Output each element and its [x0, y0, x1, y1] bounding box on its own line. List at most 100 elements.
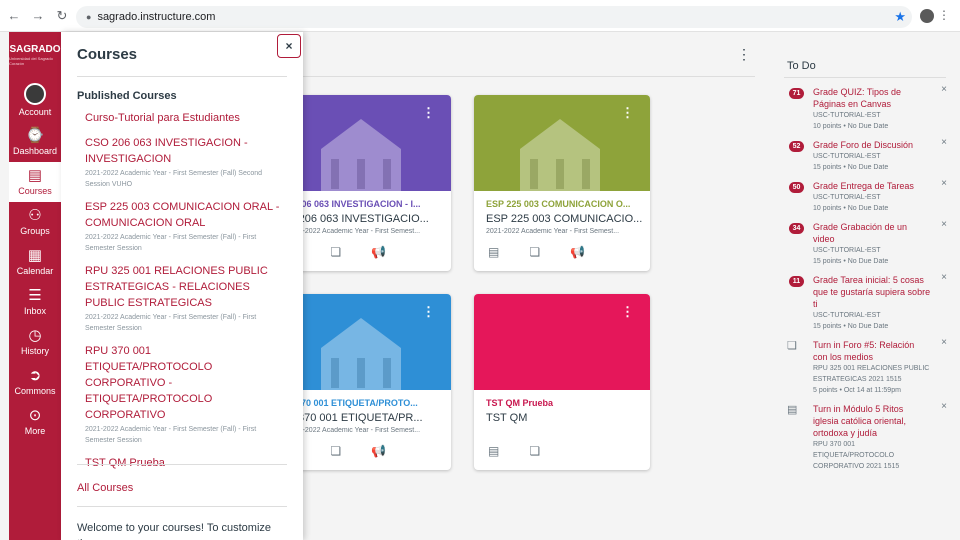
todo-item-link[interactable]: Turn in Módulo 5 Ritos iglesia católica …: [813, 403, 931, 439]
todo-item-course: USC-TUTORIAL-EST: [813, 312, 881, 319]
card-hero[interactable]: ⋮: [474, 95, 650, 191]
tray-course-item[interactable]: ESP 225 003 COMUNICACION ORAL - COMUNICA…: [85, 199, 281, 254]
url-text: sagrado.instructure.com: [97, 11, 216, 23]
nav-account[interactable]: Account: [9, 78, 61, 122]
nav-dashboard[interactable]: ⌚ Dashboard: [9, 122, 61, 162]
dismiss-icon[interactable]: ×: [941, 178, 947, 189]
tray-course-name[interactable]: RPU 325 001 RELACIONES PUBLIC ESTRATEGIC…: [85, 263, 281, 311]
todo-item-meta: 5 points • Oct 14 at 11:59pm: [813, 387, 901, 394]
browser-menu-icon[interactable]: ⋮: [938, 8, 950, 22]
nav-inbox[interactable]: ☰ Inbox: [9, 282, 61, 322]
nav-commons[interactable]: ➲ Commons: [9, 362, 61, 402]
dismiss-icon[interactable]: ×: [941, 337, 947, 348]
discussions-icon[interactable]: ❏: [529, 245, 540, 259]
nav-groups[interactable]: ⚇ Groups: [9, 202, 61, 242]
todo-item-course: USC-TUTORIAL-EST: [813, 153, 881, 160]
divider: [784, 77, 946, 78]
assignments-icon[interactable]: ▤: [488, 245, 499, 259]
tray-course-term: 2021-2022 Academic Year - First Semester…: [85, 314, 257, 332]
reload-icon[interactable]: ↻: [52, 6, 72, 26]
card-options-icon[interactable]: ⋮: [621, 304, 634, 320]
nav-inbox-label: Inbox: [23, 306, 47, 316]
dismiss-icon[interactable]: ×: [941, 219, 947, 230]
history-icon: ◷: [28, 327, 42, 344]
card-actions: ▤ ❏ 📢: [488, 245, 585, 259]
assignments-icon[interactable]: ▤: [488, 444, 499, 458]
card-options-icon[interactable]: ⋮: [422, 105, 435, 121]
dashboard-options-icon[interactable]: ⋮: [737, 46, 751, 63]
nav-calendar[interactable]: ▦ Calendar: [9, 242, 61, 282]
announcements-icon[interactable]: 📢: [371, 444, 386, 458]
nav-more-label: More: [24, 426, 46, 436]
tray-title: Courses: [77, 46, 138, 63]
todo-item-link[interactable]: Grade Foro de Discusión: [813, 139, 931, 151]
nav-courses[interactable]: ▤ Courses: [9, 162, 61, 202]
all-courses-link[interactable]: All Courses: [77, 482, 133, 494]
tray-course-name[interactable]: Curso-Tutorial para Estudiantes: [85, 110, 281, 126]
card-options-icon[interactable]: ⋮: [621, 105, 634, 121]
tray-course-item[interactable]: Curso-Tutorial para Estudiantes: [85, 110, 281, 126]
todo-item-link[interactable]: Grade Grabación de un video: [813, 221, 931, 245]
todo-item-link[interactable]: Grade Tarea inicial: 5 cosas que te gust…: [813, 274, 931, 310]
discussions-icon[interactable]: ❏: [529, 444, 540, 458]
profile-avatar[interactable]: [920, 9, 934, 23]
discussion-icon: ❏: [787, 340, 797, 352]
tray-course-item[interactable]: RPU 370 001 ETIQUETA/PROTOCOLO CORPORATI…: [85, 343, 281, 446]
announcements-icon[interactable]: 📢: [371, 245, 386, 259]
tray-course-name[interactable]: CSO 206 063 INVESTIGACION - INVESTIGACIO…: [85, 135, 281, 167]
bookmark-star-icon[interactable]: ★: [894, 9, 906, 25]
todo-count-badge: 50: [789, 182, 804, 193]
todo-item-course: RPU 370 001 ETIQUETA/PROTOCOLO CORPORATI…: [813, 441, 900, 470]
todo-item: 34 Grade Grabación de un video USC-TUTOR…: [787, 219, 947, 267]
tray-welcome-text: Welcome to your courses! To customize th…: [77, 522, 272, 540]
todo-title: To Do: [787, 60, 816, 72]
todo-item: 71 Grade QUIZ: Tipos de Páginas en Canva…: [787, 84, 947, 132]
nav-history[interactable]: ◷ History: [9, 322, 61, 362]
divider: [77, 506, 287, 507]
tray-course-item[interactable]: TST QM Prueba: [85, 455, 281, 471]
lock-icon: ●: [86, 12, 92, 22]
address-bar[interactable]: ● sagrado.instructure.com: [76, 6, 912, 28]
card-actions: ▤ ❏ 📢: [289, 444, 386, 458]
tray-course-item[interactable]: CSO 206 063 INVESTIGACION - INVESTIGACIO…: [85, 135, 281, 190]
tray-course-name[interactable]: ESP 225 003 COMUNICACION ORAL - COMUNICA…: [85, 199, 281, 231]
todo-item: 50 Grade Entrega de Tareas USC-TUTORIAL-…: [787, 178, 947, 214]
todo-item-link[interactable]: Grade Entrega de Tareas: [813, 180, 931, 192]
card-title[interactable]: O 206 063 INVESTIGACION - I...: [287, 199, 445, 209]
course-card[interactable]: ⋮ ESP 225 003 COMUNICACION O... ESP 225 …: [474, 95, 650, 271]
card-title[interactable]: U 370 001 ETIQUETA/PROTO...: [287, 398, 445, 408]
dismiss-icon[interactable]: ×: [941, 137, 947, 148]
todo-item-meta: 15 points • No Due Date: [813, 164, 889, 171]
tray-course-name[interactable]: TST QM Prueba: [85, 455, 281, 471]
tray-course-item[interactable]: RPU 325 001 RELACIONES PUBLIC ESTRATEGIC…: [85, 263, 281, 334]
todo-item-course: USC-TUTORIAL-EST: [813, 194, 881, 201]
course-card[interactable]: ⋮ TST QM Prueba TST QM ▤ ❏: [474, 294, 650, 470]
dismiss-icon[interactable]: ×: [941, 401, 947, 412]
dismiss-icon[interactable]: ×: [941, 272, 947, 283]
todo-item-link[interactable]: Turn in Foro #5: Relación con los medios: [813, 339, 931, 363]
card-term: 2021-2022 Academic Year - First Semest..…: [287, 228, 421, 235]
logo-tagline: Universidad del Sagrado Corazón: [9, 56, 53, 66]
card-options-icon[interactable]: ⋮: [422, 304, 435, 320]
forward-icon[interactable]: →: [28, 6, 48, 26]
todo-item-link[interactable]: Grade QUIZ: Tipos de Páginas en Canvas: [813, 86, 931, 110]
building-image: [321, 318, 401, 390]
card-title[interactable]: TST QM Prueba: [486, 398, 644, 408]
browser-toolbar: ← → ↻ ● sagrado.instructure.com ★ ⋮: [0, 0, 960, 32]
tray-course-name[interactable]: RPU 370 001 ETIQUETA/PROTOCOLO CORPORATI…: [85, 343, 281, 423]
announcements-icon[interactable]: 📢: [570, 245, 585, 259]
back-icon[interactable]: ←: [4, 6, 24, 26]
card-title[interactable]: ESP 225 003 COMUNICACION O...: [486, 199, 644, 209]
discussions-icon[interactable]: ❏: [330, 444, 341, 458]
logo[interactable]: SAGRADO Universidad del Sagrado Corazón: [9, 32, 61, 78]
todo-item: 11 Grade Tarea inicial: 5 cosas que te g…: [787, 272, 947, 332]
card-subtitle: TST QM: [486, 412, 528, 424]
nav-more[interactable]: ⊙ More: [9, 402, 61, 442]
nav-groups-label: Groups: [20, 226, 50, 236]
dismiss-icon[interactable]: ×: [941, 84, 947, 95]
discussions-icon[interactable]: ❏: [330, 245, 341, 259]
close-button[interactable]: ×: [277, 34, 301, 58]
nav-account-label: Account: [18, 107, 52, 117]
todo-list: 71 Grade QUIZ: Tipos de Páginas en Canva…: [787, 84, 947, 479]
card-hero[interactable]: ⋮: [474, 294, 650, 390]
